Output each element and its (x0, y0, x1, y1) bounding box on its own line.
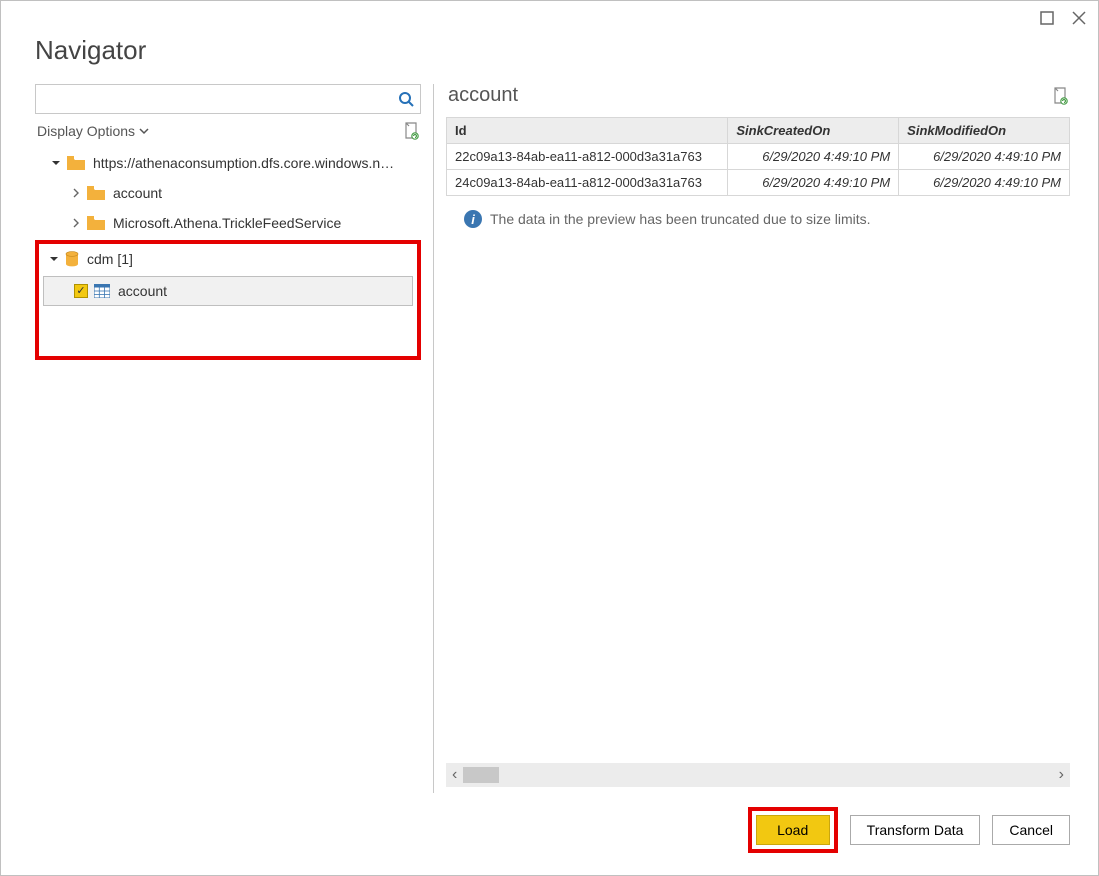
info-icon: i (464, 210, 482, 228)
load-button[interactable]: Load (756, 815, 830, 845)
tree-label: Microsoft.Athena.TrickleFeedService (113, 215, 341, 231)
cell-created: 6/29/2020 4:49:10 PM (728, 170, 899, 196)
expander-expand-icon[interactable] (71, 188, 81, 198)
body-area: Display Options (1, 84, 1098, 793)
preview-pane: account Id SinkCreatedOn SinkModifiedOn (446, 84, 1070, 793)
info-message-text: The data in the preview has been truncat… (490, 211, 871, 227)
titlebar (1, 1, 1098, 29)
preview-table: Id SinkCreatedOn SinkModifiedOn 22c09a13… (446, 117, 1070, 196)
display-options-dropdown[interactable]: Display Options (37, 123, 149, 139)
tree-label: account (113, 185, 162, 201)
cell-modified: 6/29/2020 4:49:10 PM (899, 170, 1070, 196)
preview-header: account (446, 84, 1070, 117)
table-icon (94, 284, 110, 298)
maximize-icon[interactable] (1040, 11, 1054, 25)
info-message-row: i The data in the preview has been trunc… (446, 210, 1070, 228)
scroll-left-icon[interactable]: ‹ (452, 766, 457, 784)
cancel-button[interactable]: Cancel (992, 815, 1070, 845)
scroll-right-icon[interactable]: › (1059, 766, 1064, 784)
tree-label: cdm [1] (87, 251, 133, 267)
navigator-tree: https://athenaconsumption.dfs.core.windo… (35, 148, 421, 360)
table-header-row: Id SinkCreatedOn SinkModifiedOn (447, 118, 1070, 144)
navigator-dialog: Navigator Display Options (0, 0, 1099, 876)
search-box[interactable] (35, 84, 421, 114)
checkbox-checked[interactable]: ✓ (74, 284, 88, 298)
column-header-sinkcreatedon[interactable]: SinkCreatedOn (728, 118, 899, 144)
search-input[interactable] (42, 90, 398, 108)
cell-id: 24c09a13-84ab-ea11-a812-000d3a31a763 (447, 170, 728, 196)
tree-item-account-folder[interactable]: account (35, 178, 421, 208)
display-options-row: Display Options (35, 122, 421, 140)
transform-data-button[interactable]: Transform Data (850, 815, 981, 845)
preview-refresh-icon[interactable] (1052, 87, 1068, 105)
scroll-thumb[interactable] (463, 767, 499, 783)
column-header-id[interactable]: Id (447, 118, 728, 144)
vertical-divider (433, 84, 434, 793)
cell-modified: 6/29/2020 4:49:10 PM (899, 144, 1070, 170)
tree-root-row[interactable]: https://athenaconsumption.dfs.core.windo… (35, 148, 421, 178)
chevron-down-icon (139, 126, 149, 136)
tree-item-cdm-db[interactable]: cdm [1] (39, 244, 417, 274)
search-icon[interactable] (398, 91, 414, 107)
refresh-icon[interactable] (403, 122, 419, 140)
table-row[interactable]: 24c09a13-84ab-ea11-a812-000d3a31a763 6/2… (447, 170, 1070, 196)
scroll-track[interactable] (463, 763, 1052, 787)
column-header-sinkmodifiedon[interactable]: SinkModifiedOn (899, 118, 1070, 144)
folder-icon (87, 216, 105, 230)
cell-id: 22c09a13-84ab-ea11-a812-000d3a31a763 (447, 144, 728, 170)
folder-icon (87, 186, 105, 200)
dialog-footer: Load Transform Data Cancel (1, 793, 1098, 875)
tree-label: account (118, 283, 167, 299)
annotation-highlight-load: Load (748, 807, 838, 853)
database-icon (65, 251, 79, 267)
navigator-left-pane: Display Options (35, 84, 421, 793)
expander-collapse-icon[interactable] (49, 254, 59, 264)
annotation-highlight-cdm: cdm [1] ✓ (35, 240, 421, 360)
dialog-title: Navigator (1, 29, 1098, 84)
expander-expand-icon[interactable] (71, 218, 81, 228)
expander-collapse-icon[interactable] (51, 158, 61, 168)
close-icon[interactable] (1072, 11, 1086, 25)
folder-icon (67, 156, 85, 170)
tree-item-account-table[interactable]: ✓ account (43, 276, 413, 306)
display-options-label: Display Options (37, 123, 135, 139)
preview-title: account (448, 84, 518, 107)
horizontal-scrollbar[interactable]: ‹ › (446, 763, 1070, 787)
tree-root-label: https://athenaconsumption.dfs.core.windo… (93, 155, 394, 171)
cell-created: 6/29/2020 4:49:10 PM (728, 144, 899, 170)
table-row[interactable]: 22c09a13-84ab-ea11-a812-000d3a31a763 6/2… (447, 144, 1070, 170)
tree-item-tricklefeed-folder[interactable]: Microsoft.Athena.TrickleFeedService (35, 208, 421, 238)
